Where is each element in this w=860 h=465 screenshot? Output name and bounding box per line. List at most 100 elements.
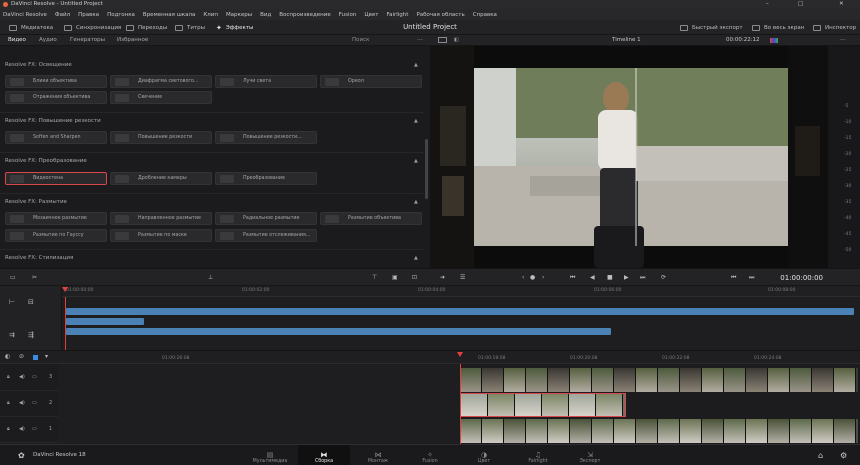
effect-tile[interactable]: Размытие объектива — [320, 212, 422, 225]
effect-tile[interactable]: Размытие отслеживания... — [215, 229, 317, 242]
minimize-button[interactable]: – — [766, 0, 769, 9]
category-blur[interactable]: Resolve FX: Размытие — [5, 199, 67, 205]
play-reverse-icon[interactable]: ◀ — [590, 275, 595, 281]
color-swatch-icon[interactable] — [770, 38, 778, 43]
previous-edit-icon[interactable]: ⏮ — [731, 275, 736, 281]
effect-tile-selected[interactable]: Видеостена — [5, 172, 107, 185]
monitor-icon[interactable]: ▭ — [32, 400, 37, 406]
lock-icon[interactable]: 🔒︎ — [7, 400, 10, 406]
quick-export-button[interactable]: Быстрый экспорт — [680, 20, 743, 35]
effect-tile[interactable]: Повышение резкости — [110, 131, 212, 144]
page-edit[interactable]: ⋈ Монтаж — [358, 445, 398, 465]
home-icon[interactable]: ⌂ — [818, 451, 823, 460]
menu-clip[interactable]: Клип — [203, 12, 218, 18]
timeline-selector[interactable]: Timeline 1 — [612, 35, 641, 46]
viewer-zoom-icon[interactable]: ◧ — [454, 35, 459, 46]
track-tool-icon[interactable]: ⇉ — [9, 331, 15, 339]
category-stylize[interactable]: Resolve FX: Стилизация — [5, 255, 73, 261]
zoom-fit-icon[interactable] — [438, 37, 447, 43]
menu-view[interactable]: Вид — [260, 12, 271, 18]
page-color[interactable]: ◑ Цвет — [468, 445, 500, 465]
clip-filmstrip[interactable] — [460, 368, 858, 392]
more-options-icon[interactable]: ··· — [840, 35, 846, 46]
menu-fusion[interactable]: Fusion — [339, 12, 357, 18]
split-clip-icon[interactable]: ⊥ — [208, 275, 213, 281]
menu-help[interactable]: Справка — [473, 12, 497, 18]
jog-right-icon[interactable]: › — [542, 275, 544, 281]
menu-file[interactable]: Файл — [55, 12, 70, 18]
tab-audio[interactable]: Аудио — [39, 35, 57, 46]
menu-color[interactable]: Цвет — [364, 12, 378, 18]
effect-tile[interactable]: Soften and Sharpen — [5, 131, 107, 144]
overwrite-icon[interactable]: ▣ — [392, 275, 398, 281]
audio-icon[interactable]: ◀) — [19, 400, 25, 406]
full-screen-button[interactable]: Во весь экран — [752, 20, 804, 35]
category-lighting[interactable]: Resolve FX: Освещение — [5, 62, 72, 68]
effect-tile[interactable]: Блики объектива — [5, 75, 107, 88]
category-transform[interactable]: Resolve FX: Преобразование — [5, 158, 87, 164]
page-fusion[interactable]: ✧ Fusion — [412, 445, 448, 465]
play-icon[interactable]: ▶ — [624, 275, 629, 281]
collapse-chevron-icon[interactable]: ▲ — [414, 62, 418, 68]
playhead-marker-icon[interactable] — [457, 352, 463, 357]
effect-tile[interactable]: Преобразование — [215, 172, 317, 185]
track-tool-icon[interactable]: ⇶ — [28, 331, 34, 339]
effect-tile[interactable]: Направленное размытие — [110, 212, 212, 225]
marker-icon[interactable]: ▾ — [45, 353, 48, 360]
menu-playback[interactable]: Воспроизведение — [279, 12, 330, 18]
effect-tile[interactable]: Дробление камеры — [110, 172, 212, 185]
timeline-options-icon[interactable]: ☰ — [460, 275, 465, 281]
menu-fairlight[interactable]: Fairlight — [386, 12, 408, 18]
titles-button[interactable]: Титры — [175, 20, 205, 35]
stop-icon[interactable]: ■ — [607, 275, 613, 281]
tab-favorites[interactable]: Избранное — [117, 35, 148, 46]
collapse-chevron-icon[interactable]: ▲ — [414, 199, 418, 205]
menu-trim[interactable]: Подгонка — [107, 12, 135, 18]
page-media[interactable]: ▤ Мультимедиа — [248, 445, 292, 465]
effect-tile[interactable]: Мозаичное размытие — [5, 212, 107, 225]
effect-tile[interactable]: Лучи света — [215, 75, 317, 88]
jog-dot-icon[interactable]: ● — [530, 275, 535, 281]
go-to-start-icon[interactable]: ⏮ — [570, 275, 575, 281]
menu-workspace[interactable]: Рабочая область — [416, 12, 464, 18]
audio-icon[interactable]: ◀) — [19, 374, 25, 380]
close-window-button[interactable]: ✕ — [839, 0, 844, 9]
tab-generators[interactable]: Генераторы — [70, 35, 105, 46]
lock-icon[interactable]: 🔒︎ — [7, 426, 10, 432]
page-deliver[interactable]: ⇲ Экспорт — [572, 445, 608, 465]
effect-tile[interactable]: Отражения объектива — [5, 91, 107, 104]
effect-tile[interactable]: Радиальное размытие — [215, 212, 317, 225]
transitions-button[interactable]: Переходы — [126, 20, 167, 35]
track-tool-icon[interactable]: ⊟ — [28, 298, 34, 306]
next-edit-icon[interactable]: ⏭ — [749, 275, 754, 281]
collapse-chevron-icon[interactable]: ▲ — [414, 255, 418, 261]
effects-button[interactable]: ✦ Эффекты — [216, 20, 253, 35]
menu-timeline[interactable]: Временная шкала — [143, 12, 195, 18]
sync-bin-button[interactable]: Синхронизация — [64, 20, 121, 35]
insert-icon[interactable]: ⊤ — [372, 275, 377, 281]
upper-timeline-ruler[interactable]: 01:00:00:00 01:00:02:00 01:00:04:00 01:0… — [62, 286, 860, 297]
link-icon[interactable]: ⊘ — [19, 353, 24, 360]
audio-icon[interactable]: ◀) — [19, 426, 25, 432]
media-pool-button[interactable]: Медиатека — [9, 20, 53, 35]
flag-icon[interactable] — [33, 355, 38, 360]
monitor-icon[interactable]: ▭ — [32, 426, 37, 432]
maximize-button[interactable]: □ — [798, 0, 803, 9]
replace-icon[interactable]: ⊡ — [412, 275, 417, 281]
jog-left-icon[interactable]: ‹ — [522, 275, 524, 281]
inspector-button[interactable]: Инспектор — [813, 20, 856, 35]
playhead-marker-icon[interactable] — [62, 287, 68, 292]
effects-scrollbar[interactable] — [425, 139, 428, 199]
menu-edit[interactable]: Правка — [78, 12, 99, 18]
effect-tile[interactable]: Повышение резкости... — [215, 131, 317, 144]
go-to-end-icon[interactable]: ⏭ — [640, 275, 645, 281]
menu-mark[interactable]: Маркеры — [226, 12, 252, 18]
cut-tool-icon[interactable]: ✂ — [32, 275, 37, 281]
timeline-clip[interactable] — [66, 318, 144, 325]
timeline-clip[interactable] — [66, 328, 611, 335]
effect-tile[interactable]: Свечение — [110, 91, 212, 104]
page-fairlight[interactable]: ♫ Fairlight — [520, 445, 556, 465]
lock-icon[interactable]: 🔒︎ — [7, 374, 10, 380]
gear-icon[interactable]: ⚙ — [840, 451, 847, 460]
menu-app[interactable]: DaVinci Resolve — [3, 12, 47, 18]
